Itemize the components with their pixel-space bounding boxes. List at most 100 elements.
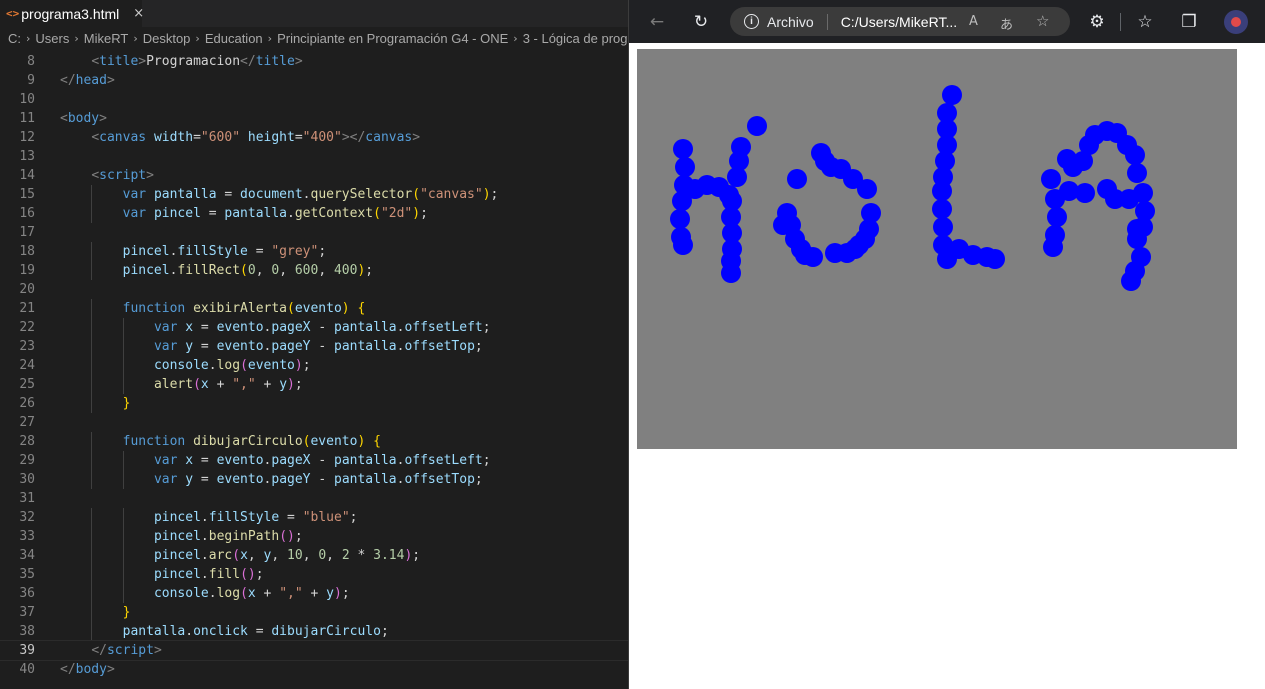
code-token: ; xyxy=(365,263,374,278)
blue-dot xyxy=(857,179,877,199)
code-token: fill xyxy=(208,567,241,582)
code-token: + xyxy=(255,586,280,601)
code-token: x xyxy=(185,453,194,468)
code-line[interactable]: 22 var x = evento.pageX - pantalla.offset… xyxy=(0,318,628,337)
code-token: pincel xyxy=(153,206,201,221)
code-token: alert xyxy=(153,377,194,392)
indent-guide xyxy=(122,546,124,565)
collections-icon[interactable]: ❐ xyxy=(1175,8,1203,36)
code-token: querySelector xyxy=(310,187,413,202)
star-plus-icon[interactable]: ☆ xyxy=(1036,12,1049,30)
code-editor[interactable]: <> programa3.html × C: › Users › MikeRT › Desk… xyxy=(0,0,628,689)
tab-filename: programa3.html xyxy=(21,5,120,22)
line-number: 36 xyxy=(19,586,35,601)
code-token: var xyxy=(122,206,147,221)
address-bar[interactable]: i Archivo C:/Users/MikeRT... A あ ☆ xyxy=(730,7,1070,36)
code-line[interactable]: 15 var pantalla = document.querySelector(… xyxy=(0,185,628,204)
code-token: pageY xyxy=(271,339,311,354)
code-token: ( xyxy=(240,586,248,601)
code-line[interactable]: 23 var y = evento.pageY - pantalla.offset… xyxy=(0,337,628,356)
code-area[interactable]: 8 <title>Programacion</title> 9 </head> 10 11… xyxy=(0,35,628,689)
code-token: console xyxy=(153,358,209,373)
close-icon[interactable]: × xyxy=(133,6,144,21)
code-line[interactable]: 20 xyxy=(0,280,628,299)
code-line[interactable]: 17 xyxy=(0,223,628,242)
blue-dot xyxy=(1041,169,1061,189)
drawing-canvas[interactable] xyxy=(637,49,1237,449)
code-line[interactable]: 8 <title>Programacion</title> xyxy=(0,52,628,71)
code-token: - xyxy=(310,472,334,487)
code-line[interactable]: 29 var x = evento.pageX - pantalla.offset… xyxy=(0,451,628,470)
code-token: pincel xyxy=(153,548,201,563)
code-line[interactable]: 9 </head> xyxy=(0,71,628,90)
code-line[interactable]: 11 <body> xyxy=(0,109,628,128)
code-line[interactable]: 26} xyxy=(0,394,628,413)
back-arrow-icon[interactable]: ← xyxy=(643,8,671,36)
read-aloud-icon[interactable]: A xyxy=(969,14,978,29)
code-token: , xyxy=(271,548,288,563)
code-line[interactable]: 40 </body> xyxy=(0,660,628,679)
code-line[interactable]: 36 console.log(x + "," + y); xyxy=(0,584,628,603)
line-number: 21 xyxy=(19,301,35,316)
code-token: pantalla xyxy=(334,472,397,487)
code-token: var xyxy=(153,453,178,468)
code-token: pincel xyxy=(122,244,170,259)
translate-icon[interactable]: あ xyxy=(1000,14,1013,33)
code-text: pincel.fill(); xyxy=(154,565,264,584)
code-line[interactable]: 10 xyxy=(0,90,628,109)
code-token: ; xyxy=(318,244,327,259)
code-token: ( xyxy=(412,187,421,202)
code-line[interactable]: 33 pincel.beginPath(); xyxy=(0,527,628,546)
code-token: . xyxy=(200,567,209,582)
indent-guide xyxy=(91,622,93,641)
code-line[interactable]: 28 function dibujarCirculo(evento) { xyxy=(0,432,628,451)
code-token: } xyxy=(122,605,131,620)
code-line[interactable]: 38 pantalla.onclick = dibujarCirculo; xyxy=(0,622,628,641)
code-line[interactable]: 18 pincel.fillStyle = "grey"; xyxy=(0,242,628,261)
code-line[interactable]: 16 var pincel = pantalla.getContext("2d")… xyxy=(0,204,628,223)
blue-dot xyxy=(673,139,693,159)
url-text[interactable]: C:/Users/MikeRT... xyxy=(841,14,957,30)
code-token: 600 xyxy=(294,263,319,278)
code-line[interactable]: 12 <canvas width="600" height="400"></can… xyxy=(0,128,628,147)
code-token: = xyxy=(193,339,217,354)
site-info-label[interactable]: Archivo xyxy=(767,14,814,30)
code-token: pantalla xyxy=(224,206,288,221)
line-number: 30 xyxy=(19,472,35,487)
indent-guide xyxy=(91,508,93,527)
code-line[interactable]: 37} xyxy=(0,603,628,622)
code-line[interactable]: 13 xyxy=(0,147,628,166)
code-token: evento xyxy=(216,453,264,468)
avatar[interactable] xyxy=(1224,10,1248,34)
code-line[interactable]: 32 pincel.fillStyle = "blue"; xyxy=(0,508,628,527)
code-token: pantalla xyxy=(334,339,397,354)
info-icon[interactable]: i xyxy=(744,14,759,29)
code-line[interactable]: 30 var y = evento.pageY - pantalla.offset… xyxy=(0,470,628,489)
code-line[interactable]: 25 alert(x + "," + y); xyxy=(0,375,628,394)
code-text: var y = evento.pageY - pantalla.offsetTo… xyxy=(154,337,483,356)
code-token: x xyxy=(240,548,248,563)
indent-guide xyxy=(91,603,93,622)
code-line[interactable]: 35 pincel.fill(); xyxy=(0,565,628,584)
puzzle-icon[interactable]: ⚙ xyxy=(1083,8,1111,36)
code-line[interactable]: 14 <script> xyxy=(0,166,628,185)
code-token: ; xyxy=(412,548,421,563)
code-line[interactable]: 31 xyxy=(0,489,628,508)
code-token: y xyxy=(185,339,194,354)
code-token: () xyxy=(279,529,295,544)
code-token: , xyxy=(302,548,319,563)
line-number: 19 xyxy=(19,263,35,278)
code-token: offsetLeft xyxy=(404,320,483,335)
editor-tab[interactable]: <> programa3.html × xyxy=(0,0,144,27)
code-line[interactable]: 19 pincel.fillRect(0, 0, 600, 400); xyxy=(0,261,628,280)
code-line[interactable]: 34 pincel.arc(x, y, 10, 0, 2 * 3.14); xyxy=(0,546,628,565)
favorites-icon[interactable]: ☆ xyxy=(1131,8,1159,36)
code-line[interactable]: 39 </script> xyxy=(0,640,628,661)
refresh-icon[interactable]: ↻ xyxy=(687,8,715,36)
code-line[interactable]: 21 function exibirAlerta(evento) { xyxy=(0,299,628,318)
code-line[interactable]: 24 console.log(evento); xyxy=(0,356,628,375)
code-line[interactable]: 27 xyxy=(0,413,628,432)
code-token: ( xyxy=(240,263,248,278)
